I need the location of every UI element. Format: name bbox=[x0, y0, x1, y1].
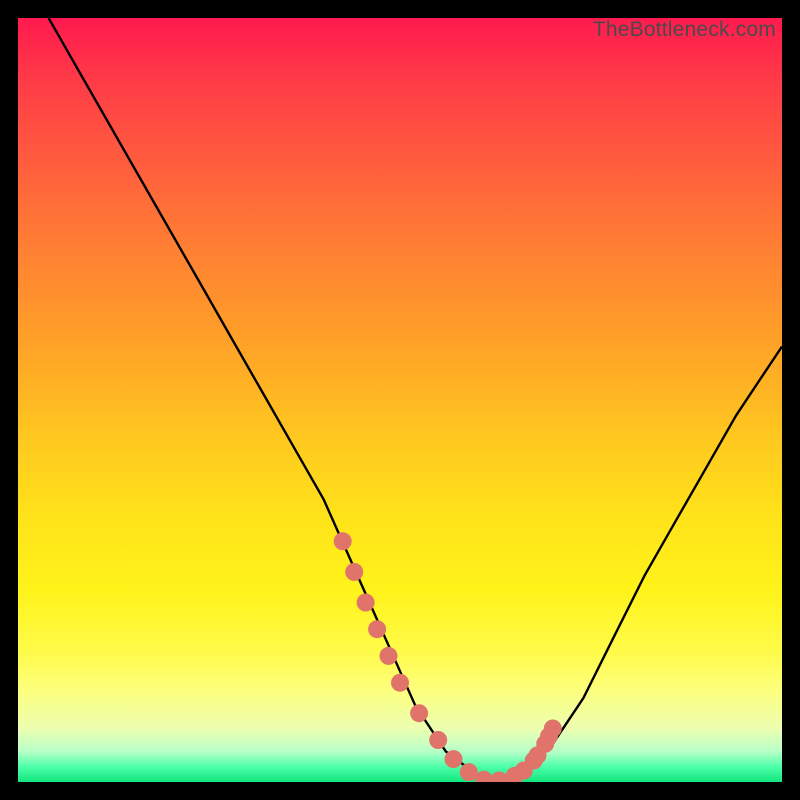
chart-frame: TheBottleneck.com bbox=[18, 18, 782, 782]
watermark-text: TheBottleneck.com bbox=[593, 18, 776, 42]
gradient-background bbox=[18, 18, 782, 782]
